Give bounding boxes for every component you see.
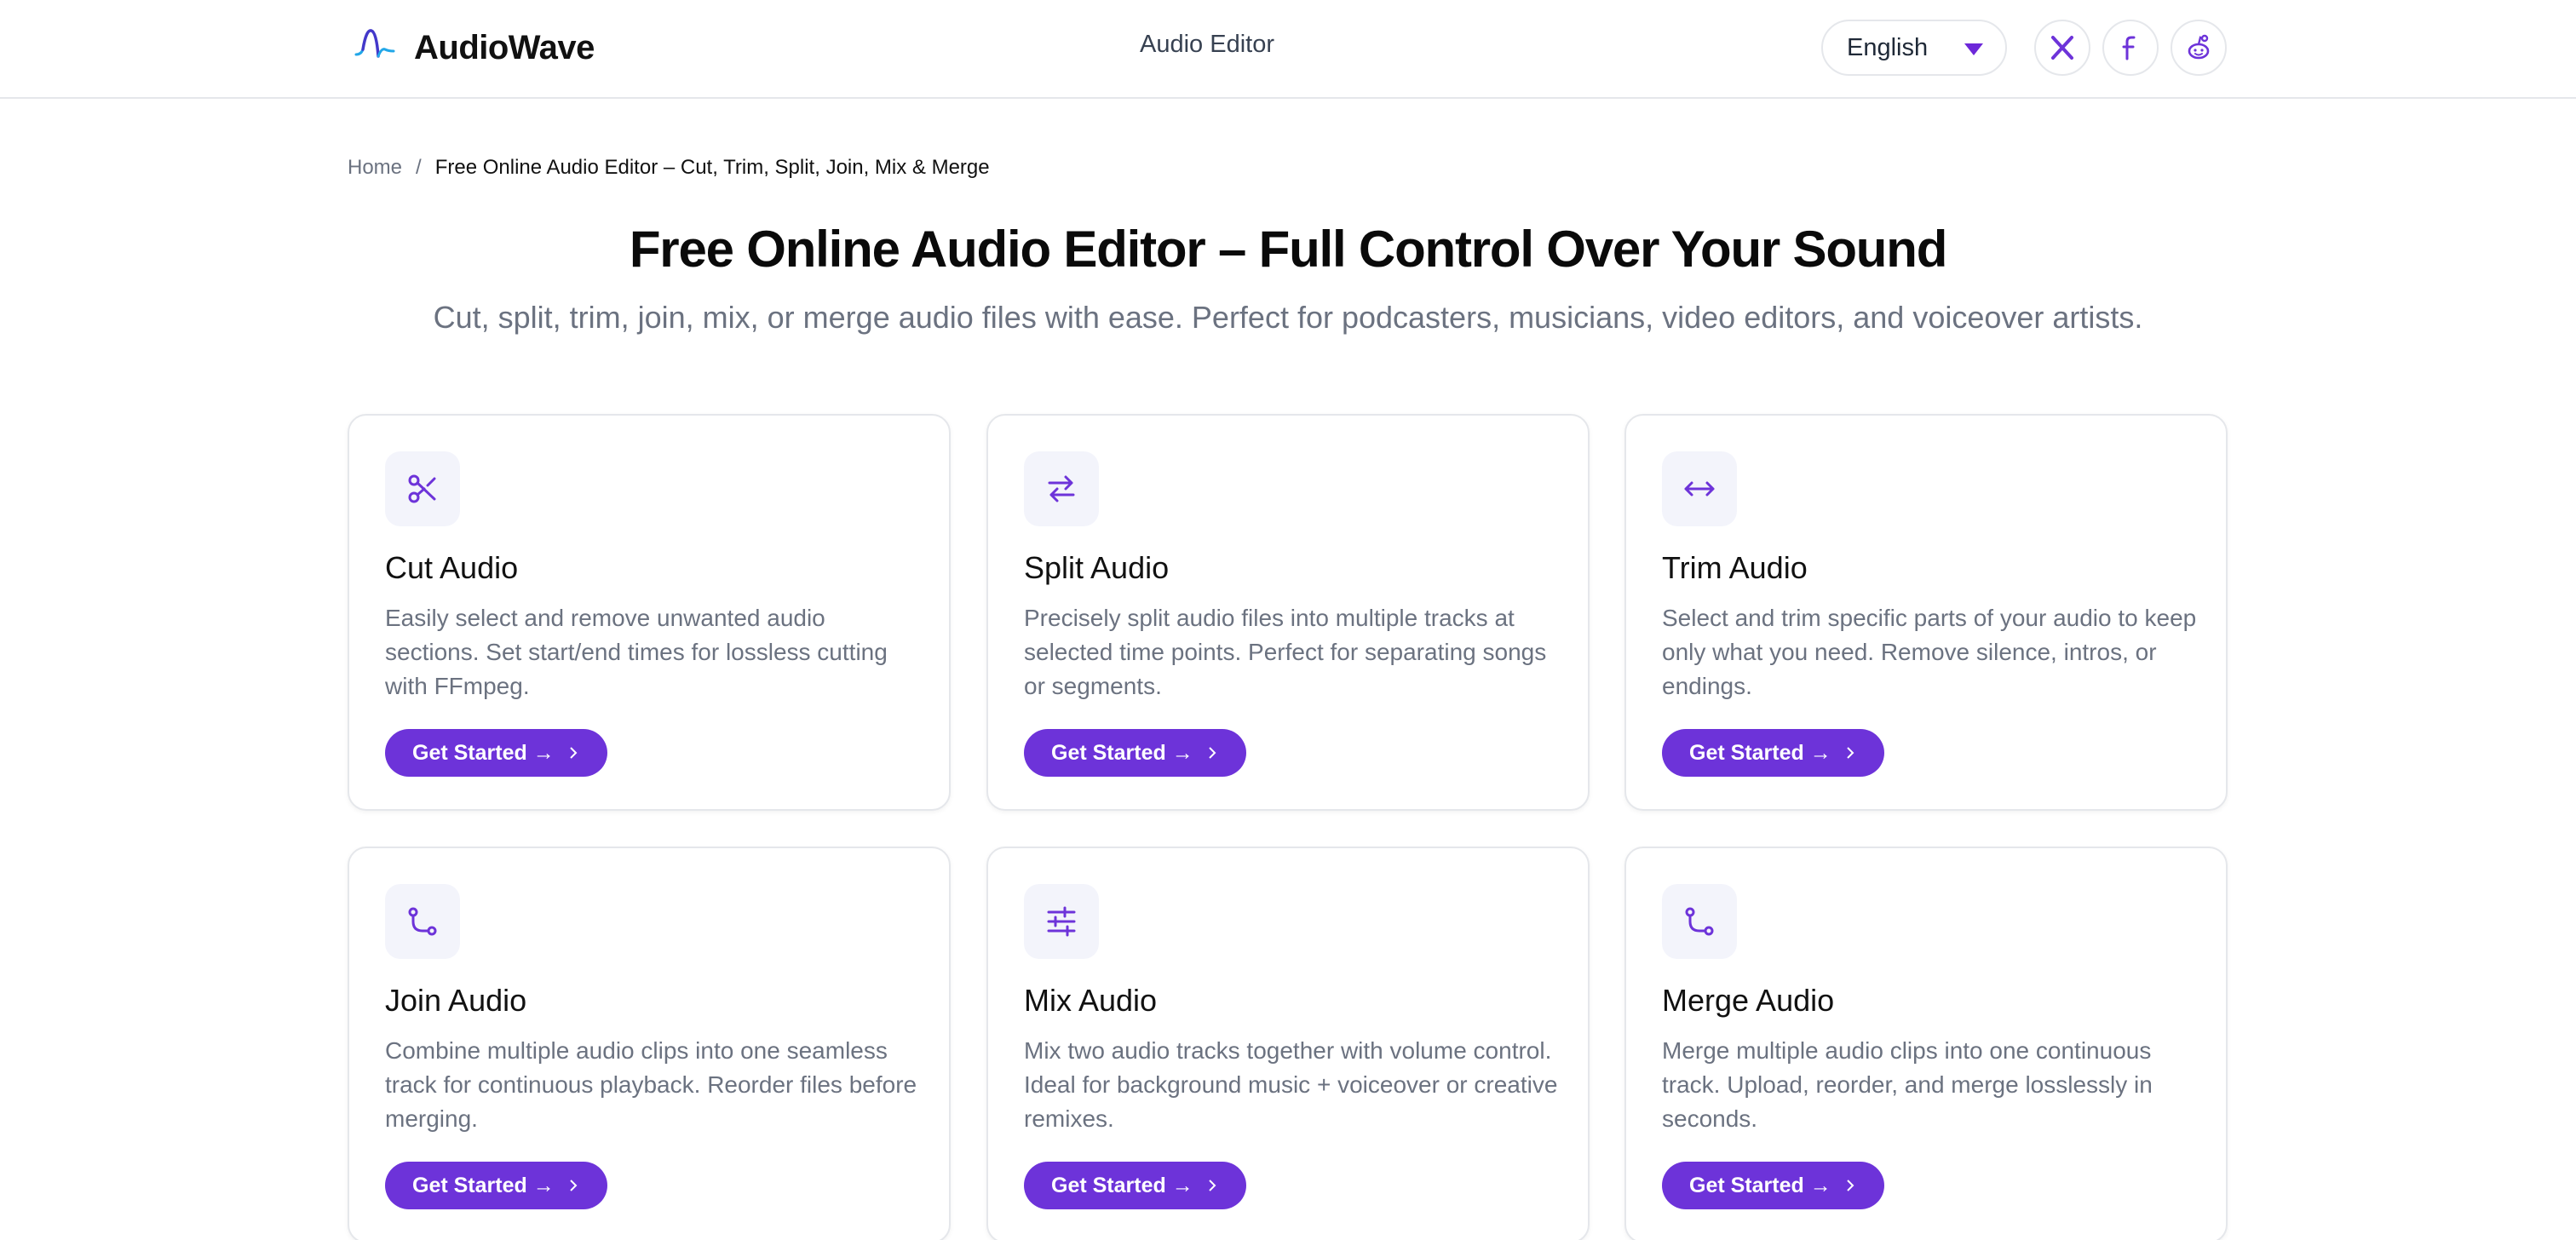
- site-header: AudioWave Audio Editor English: [0, 0, 2576, 99]
- page-title: Free Online Audio Editor – Full Control …: [629, 221, 1947, 278]
- get-started-button-merge[interactable]: Get Started →: [1662, 1162, 1884, 1209]
- facebook-logo-icon: [2122, 36, 2136, 60]
- button-label: Get Started →: [1051, 1173, 1193, 1197]
- card-description: Select and trim specific parts of your a…: [1662, 605, 2197, 699]
- card-title: Merge Audio: [1662, 983, 1835, 1018]
- nav-audio-editor-link[interactable]: Audio Editor: [1140, 31, 1274, 59]
- chevron-right-icon: [1208, 1180, 1216, 1191]
- x-logo-icon: [2051, 36, 2073, 60]
- trim-arrows-icon: [1684, 481, 1715, 497]
- card-title: Join Audio: [385, 983, 527, 1018]
- card-description: Mix two audio tracks together with volum…: [1024, 1037, 1558, 1132]
- sliders-icon: [1047, 906, 1076, 937]
- breadcrumb-home-link[interactable]: Home: [348, 156, 402, 180]
- reddit-social-button[interactable]: [2171, 20, 2227, 76]
- route-icon: [408, 907, 437, 936]
- card-title: Mix Audio: [1024, 983, 1158, 1018]
- breadcrumb-current: Free Online Audio Editor – Cut, Trim, Sp…: [434, 156, 990, 179]
- card-icon-container: [385, 451, 460, 526]
- tool-card-mix: Mix Audio Mix two audio tracks together …: [986, 847, 1590, 1240]
- card-description: Combine multiple audio clips into one se…: [385, 1037, 917, 1132]
- tool-card-cut: Cut Audio Easily select and remove unwan…: [348, 414, 951, 811]
- split-arrows-icon: [1048, 475, 1075, 502]
- get-started-button-mix[interactable]: Get Started →: [1024, 1162, 1246, 1209]
- caret-down-icon: [1964, 43, 1983, 55]
- button-label: Get Started →: [1051, 740, 1193, 765]
- card-title: Split Audio: [1024, 550, 1170, 585]
- tool-card-trim: Trim Audio Select and trim specific part…: [1624, 414, 2228, 811]
- page: AudioWave Audio Editor English Home / Fr…: [0, 0, 2576, 1240]
- breadcrumb-separator: /: [416, 156, 422, 179]
- x-social-button[interactable]: [2034, 20, 2090, 76]
- card-icon-container: [1662, 884, 1737, 959]
- brand-name: AudioWave: [414, 28, 595, 66]
- get-started-button-trim[interactable]: Get Started →: [1662, 729, 1884, 777]
- brand-logo-link[interactable]: AudioWave: [353, 24, 595, 72]
- page-subtitle: Cut, split, trim, join, mix, or merge au…: [433, 300, 2143, 335]
- card-icon-container: [1024, 884, 1099, 959]
- chevron-right-icon: [1846, 747, 1854, 759]
- button-label: Get Started →: [1689, 740, 1831, 765]
- card-icon-container: [1024, 451, 1099, 526]
- get-started-button-split[interactable]: Get Started →: [1024, 729, 1246, 777]
- card-icon-container: [1662, 451, 1737, 526]
- card-icon-container: [385, 884, 460, 959]
- chevron-right-icon: [569, 1180, 578, 1191]
- card-description: Easily select and remove unwanted audio …: [385, 605, 888, 699]
- card-title: Cut Audio: [385, 550, 519, 585]
- card-description: Merge multiple audio clips into one cont…: [1662, 1037, 2153, 1132]
- reddit-logo-icon: [2188, 34, 2210, 60]
- chevron-right-icon: [1846, 1180, 1854, 1191]
- chevron-right-icon: [569, 747, 578, 759]
- scissors-icon: [408, 474, 436, 503]
- button-label: Get Started →: [412, 740, 555, 765]
- get-started-button-cut[interactable]: Get Started →: [385, 729, 607, 777]
- card-title: Trim Audio: [1662, 550, 1808, 585]
- card-description: Precisely split audio files into multipl…: [1024, 605, 1547, 699]
- tool-card-merge: Merge Audio Merge multiple audio clips i…: [1624, 847, 2228, 1240]
- route-icon: [1685, 907, 1714, 936]
- tool-card-join: Join Audio Combine multiple audio clips …: [348, 847, 951, 1240]
- button-label: Get Started →: [412, 1173, 555, 1197]
- waveform-logo-icon: [354, 29, 395, 58]
- breadcrumb: Home / Free Online Audio Editor – Cut, T…: [348, 156, 990, 180]
- language-value: English: [1847, 33, 1929, 61]
- facebook-social-button[interactable]: [2102, 20, 2159, 76]
- get-started-button-join[interactable]: Get Started →: [385, 1162, 607, 1209]
- language-select[interactable]: English: [1821, 20, 2007, 76]
- button-label: Get Started →: [1689, 1173, 1831, 1197]
- chevron-right-icon: [1208, 747, 1216, 759]
- tool-card-split: Split Audio Precisely split audio files …: [986, 414, 1590, 811]
